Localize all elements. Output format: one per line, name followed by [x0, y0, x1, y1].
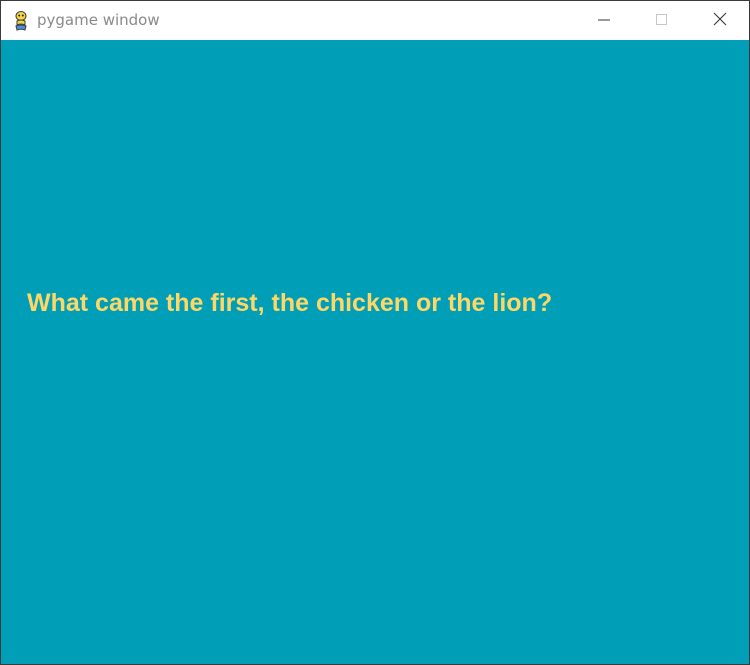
maximize-icon [656, 11, 668, 30]
close-button[interactable] [691, 1, 749, 40]
game-canvas[interactable]: What came the first, the chicken or the … [1, 40, 749, 664]
pygame-snake-icon [12, 10, 30, 31]
question-text: What came the first, the chicken or the … [27, 289, 553, 317]
window-title: pygame window [37, 11, 160, 29]
pygame-window: pygame window What came the first, the c… [0, 0, 750, 665]
close-icon [713, 11, 727, 30]
minimize-icon [598, 11, 610, 30]
window-titlebar[interactable]: pygame window [1, 1, 749, 40]
minimize-button[interactable] [575, 1, 633, 40]
maximize-button[interactable] [633, 1, 691, 40]
window-controls [575, 1, 749, 40]
